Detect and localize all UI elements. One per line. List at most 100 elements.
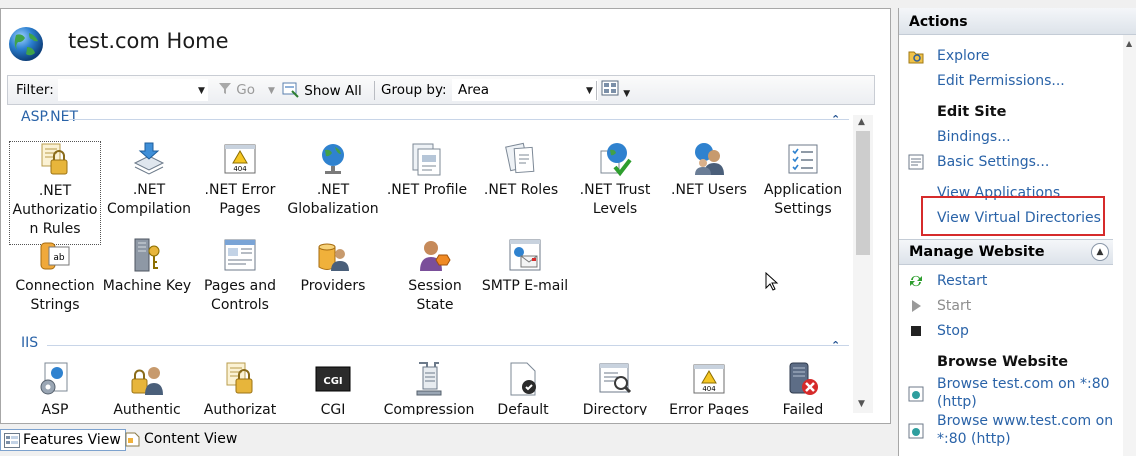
feature-label: .NET Authorizatio n Rules xyxy=(12,183,98,237)
feature-label: CGI xyxy=(320,402,346,415)
asp-icon xyxy=(40,362,68,395)
feature-net-error-pages[interactable]: 404 .NET Error Pages xyxy=(194,141,286,219)
compile-stack-icon xyxy=(133,142,165,175)
failed-request-icon xyxy=(789,362,818,395)
group-by-arrow-icon[interactable]: ▼ xyxy=(586,86,593,96)
iis-manager-window: test.com Home Filter: ▼ Go ▼ Show All Gr… xyxy=(0,0,1136,456)
browse-icon xyxy=(908,386,924,402)
feature-application-settings[interactable]: Application Settings xyxy=(757,141,849,219)
feature-label: Failed xyxy=(782,402,824,415)
error-page-404-icon: 404 xyxy=(224,144,256,174)
basic-settings-link[interactable]: Basic Settings... xyxy=(937,154,1049,170)
svg-text:404: 404 xyxy=(233,165,247,173)
roles-pages-icon xyxy=(505,142,535,174)
scrollbar-thumb[interactable] xyxy=(856,131,870,255)
scroll-down-icon[interactable]: ▼ xyxy=(858,399,865,409)
tab-features-view[interactable]: Features View xyxy=(0,429,126,451)
mouse-cursor-icon xyxy=(765,272,779,291)
feature-label: Machine Key xyxy=(102,278,192,294)
feature-label: .NET Users xyxy=(671,182,747,198)
features-scrollbar[interactable]: ▲ ▼ xyxy=(853,115,873,413)
session-state-icon xyxy=(420,241,451,271)
settings-list-icon xyxy=(788,144,818,174)
feature-label: SMTP E-mail xyxy=(481,278,569,294)
authorization-icon xyxy=(226,362,253,394)
providers-icon xyxy=(318,243,349,271)
feature-net-trust-levels[interactable]: .NET Trust Levels xyxy=(569,141,661,219)
feature-default-document[interactable]: Default xyxy=(477,361,569,415)
feature-label: Error Pages xyxy=(669,402,749,415)
feature-net-users[interactable]: .NET Users xyxy=(663,141,755,200)
feature-directory-browsing[interactable]: Directory xyxy=(569,361,661,415)
browse-test-com-link[interactable]: Browse test.com on *:80 (http) xyxy=(937,376,1110,410)
feature-net-globalization[interactable]: .NET Globalization xyxy=(287,141,379,219)
tab-label: Content View xyxy=(144,431,238,447)
feature-session-state[interactable]: Session State xyxy=(388,237,482,315)
feature-label: .NET Profile xyxy=(386,182,468,198)
feature-compression[interactable]: Compression xyxy=(381,361,477,415)
group-header-iis[interactable]: IIS xyxy=(21,335,38,351)
collapse-iis-icon[interactable]: ⌃ xyxy=(831,339,840,352)
scroll-up-icon[interactable]: ▲ xyxy=(1126,39,1132,48)
group-header-aspnet[interactable]: ASP.NET xyxy=(21,109,78,125)
go-dropdown-arrow-icon[interactable]: ▼ xyxy=(268,86,275,96)
feature-smtp-email[interactable]: SMTP E-mail xyxy=(475,237,575,296)
feature-label: Directory xyxy=(582,402,648,415)
feature-failed-request-tracing[interactable]: Failed xyxy=(757,361,849,415)
filter-label: Filter: xyxy=(16,82,54,98)
features-panel: test.com Home Filter: ▼ Go ▼ Show All Gr… xyxy=(0,8,891,424)
basic-settings-icon xyxy=(908,154,924,170)
filter-input[interactable] xyxy=(58,79,208,101)
manage-website-header[interactable]: Manage Website ▲ xyxy=(899,239,1113,265)
feature-error-pages[interactable]: 404 Error Pages xyxy=(663,361,755,415)
start-link[interactable]: Start xyxy=(937,298,971,314)
feature-net-roles[interactable]: .NET Roles xyxy=(475,141,567,200)
collapse-aspnet-icon[interactable]: ⌃ xyxy=(831,113,840,126)
bindings-link[interactable]: Bindings... xyxy=(937,129,1011,145)
globe-icon xyxy=(322,144,344,174)
default-document-icon xyxy=(510,362,536,396)
feature-cgi[interactable]: CGI CGI xyxy=(287,361,379,415)
view-mode-button[interactable]: ▼ xyxy=(601,80,630,100)
restart-link[interactable]: Restart xyxy=(937,273,987,289)
group-by-label: Group by: xyxy=(381,82,447,98)
svg-text:404: 404 xyxy=(702,385,716,393)
highlight-box xyxy=(921,196,1105,236)
feature-machine-key[interactable]: Machine Key xyxy=(101,237,193,296)
show-all-icon xyxy=(282,82,299,98)
feature-label: .NET Trust Levels xyxy=(579,182,651,217)
feature-label: ASP xyxy=(41,402,69,415)
feature-label: Authorizat xyxy=(203,402,277,415)
collapse-manage-website-icon[interactable]: ▲ xyxy=(1091,243,1109,261)
feature-label: Application Settings xyxy=(763,182,843,217)
browse-icon xyxy=(908,423,924,439)
feature-providers[interactable]: Providers xyxy=(287,237,379,296)
feature-asp[interactable]: ASP xyxy=(9,361,101,415)
feature-net-profile[interactable]: .NET Profile xyxy=(381,141,473,200)
feature-connection-strings[interactable]: ab Connection Strings xyxy=(9,237,101,315)
edit-permissions-link[interactable]: Edit Permissions... xyxy=(937,73,1065,89)
stop-link[interactable]: Stop xyxy=(937,323,969,339)
users-icon xyxy=(695,143,724,175)
feature-authentication[interactable]: Authentic xyxy=(101,361,193,415)
go-button[interactable]: Go xyxy=(218,82,255,98)
explore-link[interactable]: Explore xyxy=(937,48,990,64)
browse-test-com-line2: (http) xyxy=(937,394,977,410)
show-all-label: Show All xyxy=(304,83,362,99)
filter-dropdown-arrow-icon[interactable]: ▼ xyxy=(198,86,205,96)
feature-pages-and-controls[interactable]: Pages and Controls xyxy=(194,237,286,315)
feature-net-authorization-rules[interactable]: .NET Authorizatio n Rules xyxy=(9,141,101,245)
actions-scrollbar[interactable]: ▲ xyxy=(1123,35,1136,456)
feature-authorization[interactable]: Authorizat xyxy=(194,361,286,415)
tab-content-view[interactable]: Content View xyxy=(122,429,241,451)
feature-label: .NET Compilation xyxy=(106,182,192,217)
error-pages-icon: 404 xyxy=(693,364,725,394)
show-all-button[interactable]: Show All xyxy=(282,82,362,99)
toolbar-divider xyxy=(596,81,597,100)
feature-net-compilation[interactable]: .NET Compilation xyxy=(103,141,195,219)
pages-controls-icon xyxy=(224,239,256,271)
page-header: test.com Home xyxy=(1,9,890,75)
scroll-up-icon[interactable]: ▲ xyxy=(858,117,865,127)
browse-www-test-com-link[interactable]: Browse www.test.com on *:80 (http) xyxy=(937,413,1113,447)
group-by-select[interactable]: Area xyxy=(452,79,598,101)
